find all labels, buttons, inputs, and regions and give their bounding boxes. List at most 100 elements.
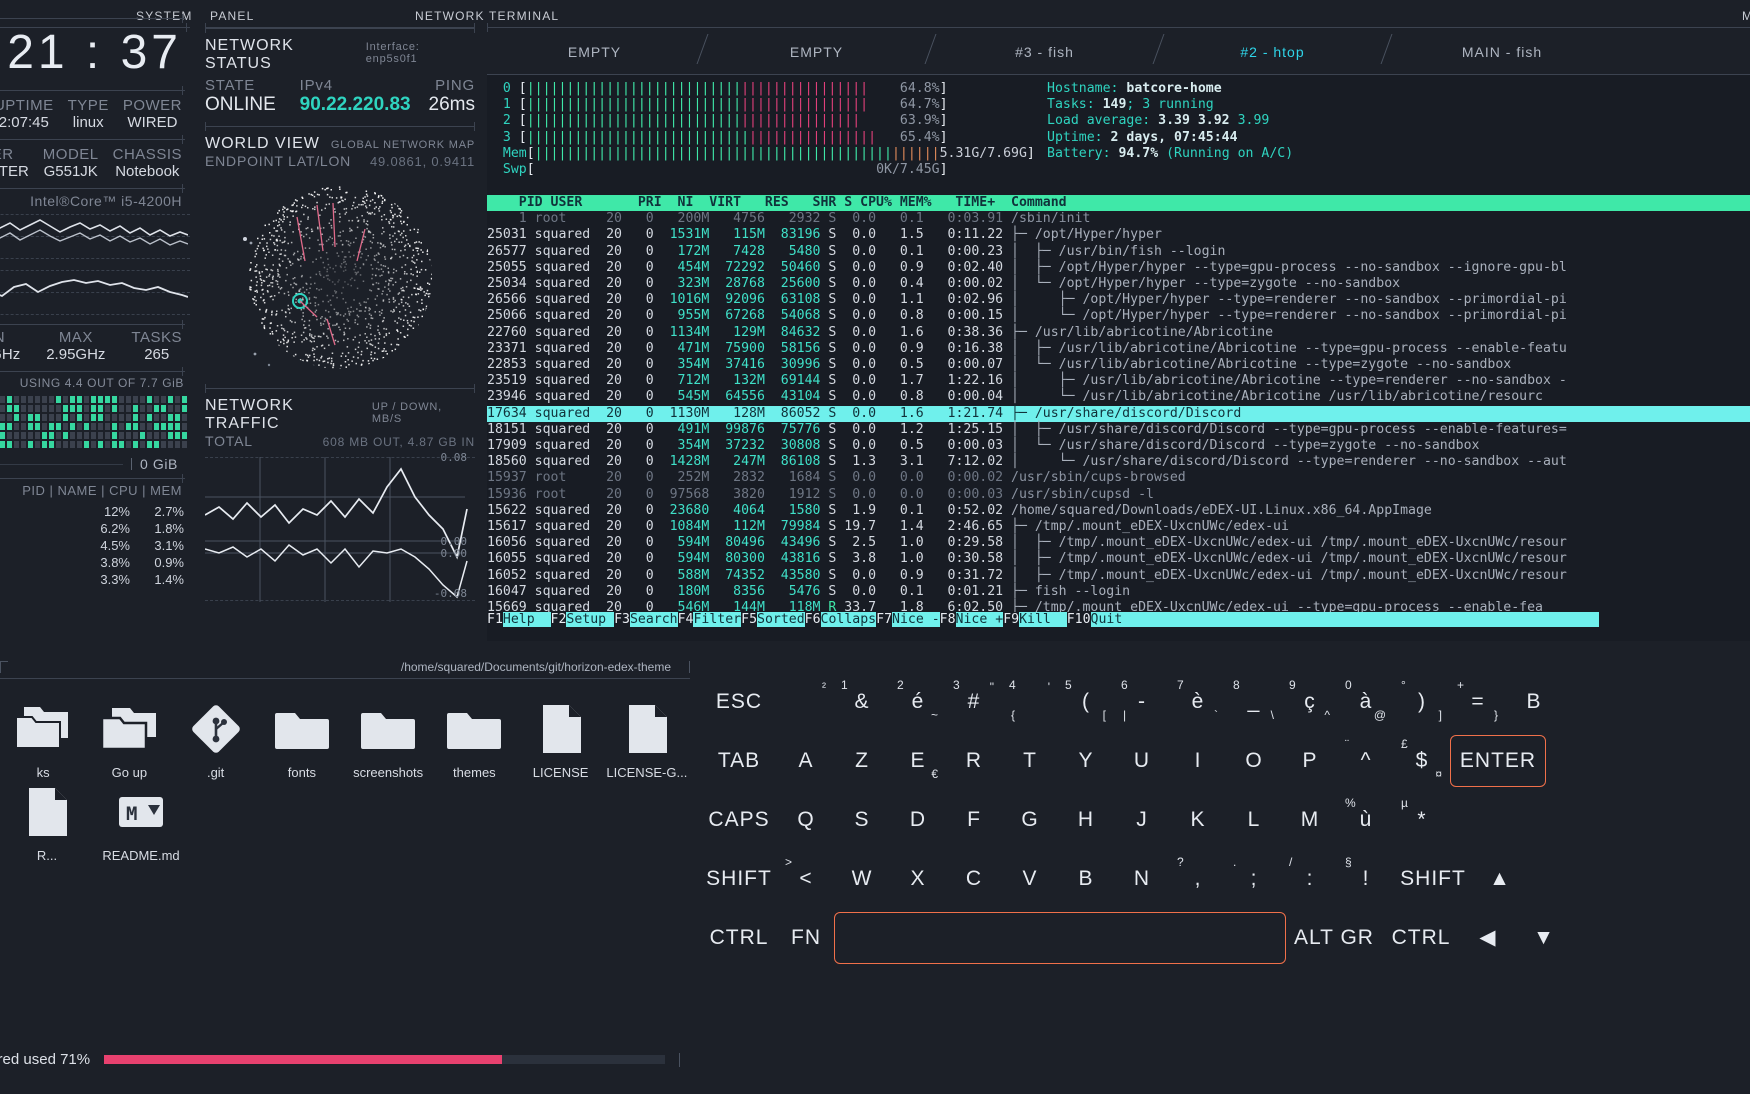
- htop-process-row[interactable]: 18560 squared 20 0 1428M 247M 86108 S 1.…: [487, 454, 1750, 470]
- fkey-label[interactable]: Help: [502, 612, 551, 627]
- key-o[interactable]: O: [1226, 735, 1282, 787]
- key-ctrl[interactable]: CTRL: [1382, 912, 1460, 964]
- key-sym[interactable]: 5 [(: [1058, 676, 1114, 728]
- htop-process-row[interactable]: 23946 squared 20 0 545M 64556 43104 S 0.…: [487, 389, 1750, 405]
- htop-process-row[interactable]: 16056 squared 20 0 594M 80496 43496 S 2.…: [487, 535, 1750, 551]
- htop-process-row[interactable]: 15622 squared 20 0 23680 4064 1580 S 1.9…: [487, 503, 1750, 519]
- globe-map[interactable]: [205, 169, 475, 384]
- key-d[interactable]: D: [890, 794, 946, 846]
- key-l[interactable]: L: [1226, 794, 1282, 846]
- key-h[interactable]: H: [1058, 794, 1114, 846]
- key-v[interactable]: V: [1002, 853, 1058, 905]
- key-sym[interactable]: .;: [1226, 853, 1282, 905]
- process-row[interactable]: rg3.8%0.9%: [0, 554, 190, 571]
- key-k[interactable]: K: [1170, 794, 1226, 846]
- htop-process-row[interactable]: 16052 squared 20 0 588M 74352 43580 S 0.…: [487, 568, 1750, 584]
- htop-process-row[interactable]: 25066 squared 20 0 955M 67268 54068 S 0.…: [487, 308, 1750, 324]
- key-n[interactable]: N: [1114, 853, 1170, 905]
- key-shift[interactable]: SHIFT: [700, 853, 778, 905]
- key-sym[interactable]: % ù: [1338, 794, 1394, 846]
- fkey-label[interactable]: Setup: [566, 612, 615, 627]
- key-sym[interactable]: 1 &: [834, 676, 890, 728]
- process-row[interactable]: ex-ui12%2.7%: [0, 503, 190, 520]
- file-item[interactable]: LICENSE: [518, 701, 604, 780]
- key-altgr[interactable]: ALT GR: [1286, 912, 1382, 964]
- process-row[interactable]: ex-ui6.2%1.8%: [0, 520, 190, 537]
- htop-process-row[interactable]: 23519 squared 20 0 712M 132M 69144 S 0.0…: [487, 373, 1750, 389]
- key-tab[interactable]: TAB: [700, 735, 778, 787]
- process-row[interactable]: ome-shell4.5%3.1%: [0, 537, 190, 554]
- htop-process-row[interactable]: 17909 squared 20 0 354M 37232 30808 S 0.…: [487, 438, 1750, 454]
- key-shift[interactable]: SHIFT: [1394, 853, 1472, 905]
- key-c[interactable]: C: [946, 853, 1002, 905]
- key-s[interactable]: S: [834, 794, 890, 846]
- file-item[interactable]: Go up: [86, 701, 172, 780]
- htop-process-row[interactable]: 22853 squared 20 0 354M 37416 30996 S 0.…: [487, 357, 1750, 373]
- key-j[interactable]: J: [1114, 794, 1170, 846]
- file-item[interactable]: fonts: [259, 701, 345, 780]
- terminal-tab-1[interactable]: EMPTY: [703, 44, 930, 74]
- key-space[interactable]: [834, 911, 1286, 964]
- fkey-label[interactable]: Quit: [1090, 612, 1123, 627]
- key-q[interactable]: Q: [778, 794, 834, 846]
- key-sym[interactable]: µ *: [1394, 794, 1450, 846]
- file-item[interactable]: LICENSE-G...: [604, 701, 690, 780]
- key-m[interactable]: M: [1282, 794, 1338, 846]
- file-browser-items[interactable]: ks Go up .git fonts screenshots themes LICENSE…: [0, 679, 690, 780]
- file-item[interactable]: .git: [173, 701, 259, 780]
- key-sym[interactable]: 7 ` è: [1170, 676, 1226, 728]
- htop-process-row[interactable]: 23371 squared 20 0 471M 75900 58156 S 0.…: [487, 341, 1750, 357]
- key-t[interactable]: T: [1002, 735, 1058, 787]
- htop-process-row[interactable]: 26577 squared 20 0 172M 7428 5480 S 0.0 …: [487, 244, 1750, 260]
- fkey-label[interactable]: Kill: [1019, 612, 1067, 627]
- htop-process-row[interactable]: 22760 squared 20 0 1134M 129M 84632 S 0.…: [487, 325, 1750, 341]
- terminal-tab-0[interactable]: EMPTY: [487, 44, 702, 74]
- key-r[interactable]: R: [946, 735, 1002, 787]
- key-caps[interactable]: CAPS: [700, 794, 778, 846]
- key-sym[interactable]: /:: [1282, 853, 1338, 905]
- htop-process-row[interactable]: 25034 squared 20 0 323M 28768 25600 S 0.…: [487, 276, 1750, 292]
- key-sym[interactable]: 9 ^ ç: [1282, 676, 1338, 728]
- fkey-label[interactable]: Search: [629, 612, 678, 627]
- fkey-label[interactable]: Nice -: [892, 612, 940, 627]
- terminal-tab-2[interactable]: #3 - fish: [931, 44, 1158, 74]
- key-w[interactable]: W: [834, 853, 890, 905]
- file-browser-items-row2[interactable]: R... M README.md: [0, 780, 690, 863]
- key-ctrl[interactable]: CTRL: [700, 912, 778, 964]
- top-processes-list[interactable]: ex-ui12%2.7%ex-ui6.2%1.8%ome-shell4.5%3.…: [0, 503, 190, 588]
- key-space[interactable]: ²: [778, 676, 834, 728]
- file-item[interactable]: screenshots: [345, 701, 431, 780]
- key-y[interactable]: Y: [1058, 735, 1114, 787]
- file-item[interactable]: M README.md: [94, 784, 188, 863]
- htop-process-row[interactable]: 1 root 20 0 200M 4756 2932 S 0.0 0.1 0:0…: [487, 211, 1750, 227]
- htop-process-row[interactable]: 16055 squared 20 0 594M 80300 43816 S 3.…: [487, 551, 1750, 567]
- htop-process-row[interactable]: 25055 squared 20 0 454M 72292 50460 S 0.…: [487, 260, 1750, 276]
- key-fn[interactable]: FN: [778, 912, 834, 964]
- file-item[interactable]: ks: [0, 701, 86, 780]
- key-sym[interactable]: ¨ ^: [1338, 735, 1394, 787]
- file-item[interactable]: themes: [431, 701, 517, 780]
- key-sym[interactable]: 2 ~ é: [890, 676, 946, 728]
- htop-process-row[interactable]: 25031 squared 20 0 1531M 115M 83196 S 0.…: [487, 227, 1750, 243]
- key-sym[interactable]: ◀: [1460, 912, 1516, 964]
- fkey-label[interactable]: Collaps: [820, 612, 877, 627]
- terminal-tab-3[interactable]: #2 - htop: [1159, 44, 1386, 74]
- fkey-label[interactable]: Filter: [693, 612, 742, 627]
- htop-process-row[interactable]: 15937 root 20 0 252M 2832 1684 S 0.0 0.0…: [487, 470, 1750, 486]
- key-sym[interactable]: §!: [1338, 853, 1394, 905]
- key-space[interactable]: 4 ' {: [1002, 676, 1058, 728]
- key-sym[interactable]: ▼: [1516, 912, 1572, 964]
- key-p[interactable]: P: [1282, 735, 1338, 787]
- key-sym[interactable]: °]): [1394, 676, 1450, 728]
- key-z[interactable]: Z: [834, 735, 890, 787]
- key-sym[interactable]: 3 " #: [946, 676, 1002, 728]
- key-g[interactable]: G: [1002, 794, 1058, 846]
- process-row[interactable]: ex-ui3.3%1.4%: [0, 571, 190, 588]
- key-esc[interactable]: ESC: [700, 676, 778, 728]
- key-sym[interactable]: 8 \ _: [1226, 676, 1282, 728]
- key-sym[interactable]: +} =: [1450, 676, 1506, 728]
- key-enter[interactable]: ENTER: [1450, 734, 1546, 787]
- htop-function-bar[interactable]: F1Help F2Setup F3SearchF4FilterF5SortedF…: [487, 612, 1750, 629]
- key-sym[interactable]: > <: [778, 853, 834, 905]
- terminal-tab-4[interactable]: MAIN - fish: [1387, 44, 1617, 74]
